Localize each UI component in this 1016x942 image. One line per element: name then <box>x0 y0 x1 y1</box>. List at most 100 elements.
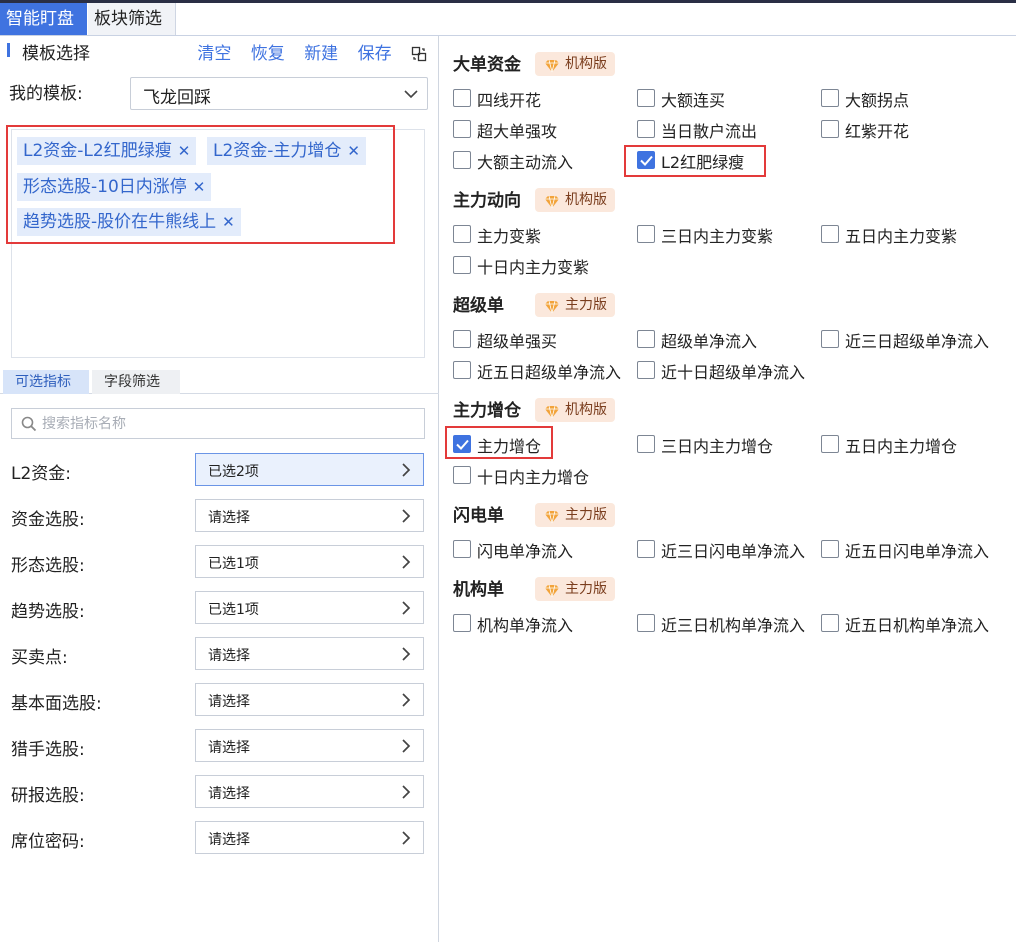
checkbox-label: 近十日超级单净流入 <box>661 363 806 382</box>
close-icon[interactable]: ✕ <box>178 142 191 160</box>
checkbox-unchecked[interactable] <box>453 151 471 169</box>
checkbox-unchecked[interactable] <box>637 614 655 632</box>
chip-l2-main-increase[interactable]: L2资金-主力增仓 ✕ <box>207 137 366 165</box>
chevron-right-icon <box>402 785 411 799</box>
diamond-icon <box>544 403 560 419</box>
filter-row: L2资金: 已选2项 <box>0 453 439 487</box>
clear-button[interactable]: 清空 <box>197 44 231 64</box>
chip-pattern-limit-up[interactable]: 形态选股-10日内涨停 ✕ <box>17 173 212 201</box>
filter-select-button[interactable]: 请选择 <box>195 499 424 532</box>
chip-label: L2资金-主力增仓 <box>213 141 342 161</box>
chip-l2-red-green[interactable]: L2资金-L2红肥绿瘦 ✕ <box>17 137 197 165</box>
filter-select-button[interactable]: 请选择 <box>195 637 424 670</box>
checkbox-unchecked[interactable] <box>453 361 471 379</box>
checkbox-label: 大额连买 <box>661 91 726 110</box>
checkbox-label: 近五日闪电单净流入 <box>845 542 990 561</box>
checkbox-unchecked[interactable] <box>453 466 471 484</box>
checkbox-unchecked[interactable] <box>821 225 839 243</box>
checked-highlight <box>445 426 553 459</box>
badge-label: 机构版 <box>565 192 607 208</box>
filter-row: 买卖点: 请选择 <box>0 637 439 671</box>
checkbox-unchecked[interactable] <box>453 330 471 348</box>
my-template-label: 我的模板: <box>9 84 83 104</box>
close-icon[interactable]: ✕ <box>347 142 360 160</box>
checkbox-unchecked[interactable] <box>453 540 471 558</box>
my-template-select[interactable]: 飞龙回踩 <box>130 77 428 110</box>
checkbox-label: 红紫开花 <box>845 122 910 141</box>
top-tab-bar: 智能盯盘 板块筛选 <box>0 3 1016 36</box>
checkbox-unchecked[interactable] <box>637 361 655 379</box>
template-title: 模板选择 <box>22 44 90 64</box>
chevron-right-icon <box>402 831 411 845</box>
checkbox-unchecked[interactable] <box>821 120 839 138</box>
tab-sector-filter[interactable]: 板块筛选 <box>88 3 176 35</box>
filter-value: 请选择 <box>208 786 250 802</box>
version-badge: 主力版 <box>535 293 615 317</box>
filter-row: 趋势选股: 已选1项 <box>0 591 439 625</box>
template-header: 模板选择 清空 恢复 新建 保存 <box>0 36 439 66</box>
filter-value: 请选择 <box>208 832 250 848</box>
checkbox-unchecked[interactable] <box>637 89 655 107</box>
filter-row: 基本面选股: 请选择 <box>0 683 439 717</box>
checkbox-label: 近三日闪电单净流入 <box>661 542 806 561</box>
filter-value: 已选1项 <box>208 602 259 618</box>
filter-label: 形态选股: <box>11 556 85 576</box>
checkbox-label: 超级单强买 <box>477 332 558 351</box>
chevron-right-icon <box>402 739 411 753</box>
copy-icon[interactable] <box>411 46 429 64</box>
checkbox-unchecked[interactable] <box>637 330 655 348</box>
chevron-right-icon <box>402 463 411 477</box>
checkbox-unchecked[interactable] <box>453 225 471 243</box>
filter-value: 请选择 <box>208 740 250 756</box>
checkbox-label: 机构单净流入 <box>477 616 574 635</box>
left-panel: 模板选择 清空 恢复 新建 保存 我的模板: 飞龙回踩 L2资金-L2红肥绿瘦 ✕… <box>0 36 439 942</box>
checkbox-unchecked[interactable] <box>821 614 839 632</box>
checkbox-label: 十日内主力变紫 <box>477 258 590 277</box>
checkbox-unchecked[interactable] <box>821 89 839 107</box>
filter-value: 请选择 <box>208 648 250 664</box>
filter-select-button[interactable]: 请选择 <box>195 729 424 762</box>
tab-optional-indicators[interactable]: 可选指标 <box>3 370 89 394</box>
filter-value: 已选2项 <box>208 464 259 480</box>
checkbox-label: 三日内主力变紫 <box>661 227 774 246</box>
checkbox-unchecked[interactable] <box>821 435 839 453</box>
filter-value: 请选择 <box>208 510 250 526</box>
filter-select-button[interactable]: 已选1项 <box>195 591 424 624</box>
checkbox-unchecked[interactable] <box>821 330 839 348</box>
checkbox-unchecked[interactable] <box>637 435 655 453</box>
filter-select-button[interactable]: 已选2项 <box>195 453 424 486</box>
filter-label: 买卖点: <box>11 648 68 668</box>
checkbox-unchecked[interactable] <box>453 89 471 107</box>
save-button[interactable]: 保存 <box>358 44 392 64</box>
filter-value: 请选择 <box>208 694 250 710</box>
tab-field-filter[interactable]: 字段筛选 <box>92 370 180 394</box>
sub-tab-bar: 可选指标 字段筛选 <box>0 368 439 394</box>
checkbox-unchecked[interactable] <box>637 120 655 138</box>
filter-select-button[interactable]: 已选1项 <box>195 545 424 578</box>
checkbox-unchecked[interactable] <box>453 256 471 274</box>
checkbox-unchecked[interactable] <box>637 540 655 558</box>
filter-select-button[interactable]: 请选择 <box>195 821 424 854</box>
filter-select-button[interactable]: 请选择 <box>195 683 424 716</box>
checkbox-label: 超大单强攻 <box>477 122 558 141</box>
indicator-search[interactable] <box>11 408 425 439</box>
chip-trend-bull-bear[interactable]: 趋势选股-股价在牛熊线上 ✕ <box>17 208 241 236</box>
restore-button[interactable]: 恢复 <box>251 44 285 64</box>
section-title: 主力动向 <box>453 191 521 211</box>
chevron-right-icon <box>402 555 411 569</box>
checkbox-label: 近三日超级单净流入 <box>845 332 990 351</box>
checkbox-unchecked[interactable] <box>637 225 655 243</box>
search-input[interactable] <box>42 413 412 435</box>
new-button[interactable]: 新建 <box>304 44 338 64</box>
close-icon[interactable]: ✕ <box>222 213 235 231</box>
filter-row: 席位密码: 请选择 <box>0 821 439 855</box>
checkbox-unchecked[interactable] <box>821 540 839 558</box>
checkbox-unchecked[interactable] <box>453 614 471 632</box>
checkbox-unchecked[interactable] <box>453 120 471 138</box>
filter-label: 席位密码: <box>11 832 85 852</box>
filter-label: L2资金: <box>11 464 72 484</box>
checkbox-label: 十日内主力增仓 <box>477 468 590 487</box>
filter-select-button[interactable]: 请选择 <box>195 775 424 808</box>
close-icon[interactable]: ✕ <box>193 178 206 196</box>
tab-smart-watch[interactable]: 智能盯盘 <box>0 3 87 35</box>
